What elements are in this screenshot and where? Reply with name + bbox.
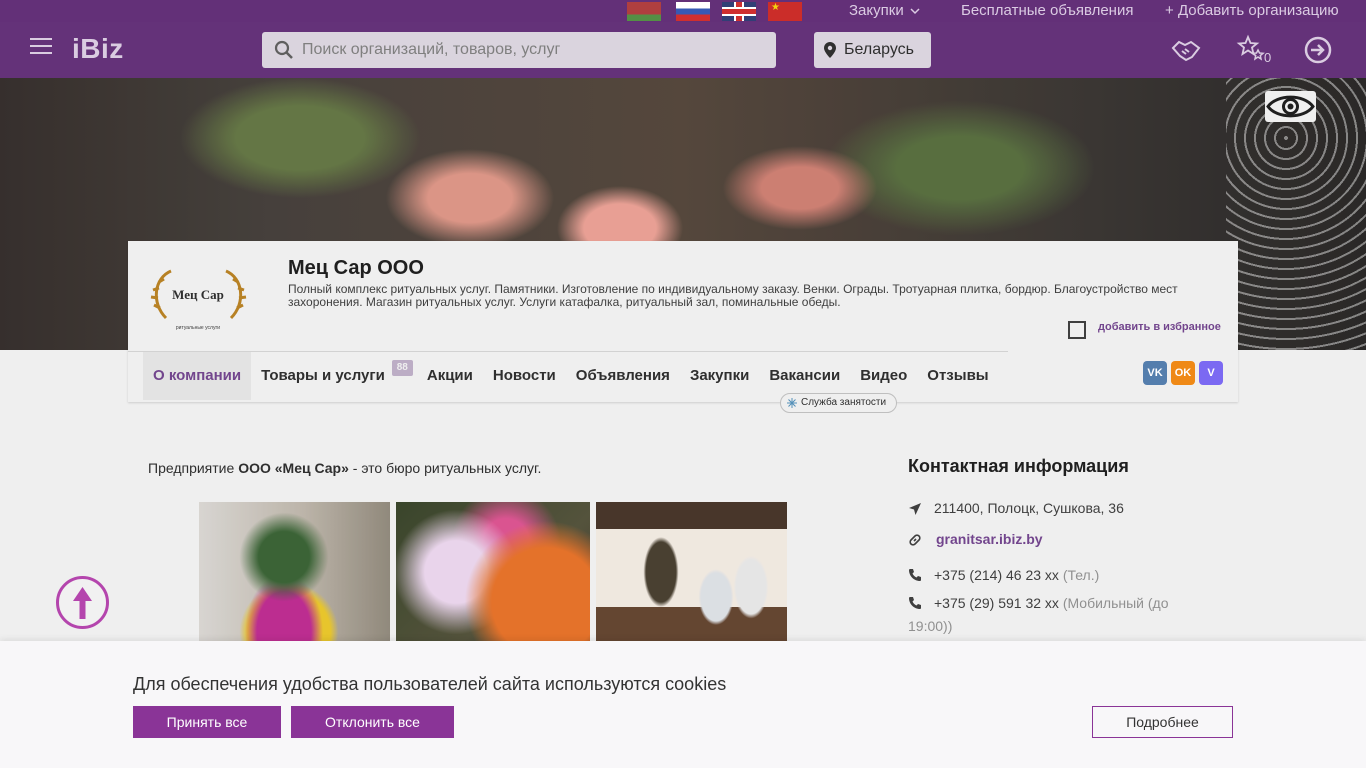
search-box: [262, 32, 776, 68]
top-utility-bar: ★ Закупки Бесплатные объявления + Добави…: [0, 0, 1366, 22]
company-name: Мец Сар ООО: [288, 257, 424, 279]
contacts-title: Контактная информация: [908, 456, 1129, 476]
sparkle-icon: [787, 398, 797, 408]
products-count-badge: 88: [391, 360, 413, 376]
cookie-consent-bar: Для обеспечения удобства пользователей с…: [0, 641, 1366, 768]
search-input[interactable]: [302, 32, 762, 68]
cookie-message: Для обеспечения удобства пользователей с…: [133, 674, 727, 694]
gallery-photo-flowers[interactable]: [396, 502, 590, 652]
intro-company: ООО «Мец Сар»: [238, 460, 349, 476]
add-organization-label: Добавить организацию: [1177, 2, 1339, 19]
phone-2-type-cont: 19:00)): [908, 618, 953, 634]
logo-subtext: ритуальные услуги: [176, 325, 220, 331]
menu-icon[interactable]: [30, 38, 52, 56]
region-selector[interactable]: Беларусь: [814, 32, 931, 68]
location-pin-icon: [824, 42, 836, 58]
intro-prefix: Предприятие: [148, 460, 239, 476]
add-organization-link[interactable]: + Добавить организацию: [1165, 2, 1339, 19]
phone-1[interactable]: +375 (214) 46 23 xx (Тел.): [934, 567, 1099, 583]
logo-text: Мец Сар: [172, 287, 224, 302]
eye-icon: [1266, 95, 1315, 118]
site-logo[interactable]: iBiz: [72, 33, 124, 65]
plus-icon: +: [1165, 2, 1174, 19]
about-intro: Предприятие ООО «Мец Сар» - это бюро рит…: [148, 460, 541, 476]
favorites-count: 0: [1264, 50, 1272, 65]
intro-suffix: - это бюро ритуальных услуг.: [348, 460, 542, 476]
login-icon[interactable]: [1302, 34, 1334, 66]
link-icon: [909, 534, 921, 546]
more-info-button[interactable]: Подробнее: [1092, 706, 1233, 738]
gallery-photo-lanterns[interactable]: [596, 502, 787, 652]
company-description: Полный комплекс ритуальных услуг. Памятн…: [288, 282, 1178, 309]
flag-uk-icon[interactable]: [722, 2, 756, 21]
tab-products-label: Товары и услуги: [261, 367, 385, 384]
phone-2-type: (Мобильный (до: [1062, 595, 1169, 611]
purchases-menu[interactable]: Закупки: [849, 2, 920, 19]
flag-belarus-icon[interactable]: [627, 2, 661, 21]
add-favorite-label[interactable]: добавить в избранное: [1098, 321, 1221, 333]
vk-icon[interactable]: VK: [1143, 361, 1167, 385]
phone-icon: [909, 569, 921, 581]
phone-2[interactable]: +375 (29) 591 32 xx (Мобильный (до: [934, 595, 1169, 611]
phone-icon: [909, 597, 921, 609]
reject-all-button[interactable]: Отклонить все: [291, 706, 454, 738]
free-ads-link[interactable]: Бесплатные объявления: [961, 2, 1133, 19]
tab-products-services[interactable]: Товары и услуги 88: [251, 352, 413, 400]
main-header: iBiz Беларусь 0: [0, 22, 1366, 78]
viber-icon[interactable]: V: [1199, 361, 1223, 385]
tab-ads[interactable]: Объявления: [566, 352, 680, 400]
chevron-down-icon: [910, 8, 920, 15]
arrow-up-icon: [73, 587, 92, 619]
tab-purchases[interactable]: Закупки: [680, 352, 759, 400]
accept-all-button[interactable]: Принять все: [133, 706, 281, 738]
phone-2-number: +375 (29) 591 32 xx: [934, 595, 1059, 611]
phone-1-number: +375 (214) 46 23 xx: [934, 567, 1059, 583]
flag-russia-icon[interactable]: [676, 2, 710, 21]
search-icon[interactable]: [274, 40, 294, 60]
add-favorite-checkbox[interactable]: [1068, 321, 1086, 339]
company-logo[interactable]: Мец Сар ритуальные услуги: [146, 263, 251, 333]
website-link[interactable]: granitsar.ibiz.by: [936, 531, 1043, 547]
navigation-arrow-icon: [909, 503, 921, 515]
employment-service-badge[interactable]: Служба занятости: [780, 393, 898, 413]
purchases-label: Закупки: [849, 2, 904, 19]
flag-china-icon[interactable]: ★: [768, 2, 802, 21]
visually-impaired-toggle[interactable]: [1265, 91, 1316, 122]
gallery-photo-wreath[interactable]: [199, 502, 390, 652]
laurel-wreath-icon: Мец Сар ритуальные услуги: [150, 269, 247, 331]
address-text: 211400, Полоцк, Сушкова, 36: [934, 500, 1124, 516]
company-card: Мец Сар ритуальные услуги Мец Сар ООО По…: [128, 241, 1238, 402]
region-label: Беларусь: [844, 41, 914, 58]
phone-1-type: (Тел.): [1062, 567, 1100, 583]
employment-service-label: Служба занятости: [801, 397, 887, 408]
tab-about[interactable]: О компании: [143, 352, 252, 400]
odnoklassniki-icon[interactable]: OK: [1171, 361, 1195, 385]
handshake-icon[interactable]: [1170, 34, 1202, 66]
tab-promotions[interactable]: Акции: [417, 352, 483, 400]
scroll-to-top-button[interactable]: [56, 576, 109, 629]
tab-reviews[interactable]: Отзывы: [917, 352, 998, 400]
tab-news[interactable]: Новости: [483, 352, 566, 400]
